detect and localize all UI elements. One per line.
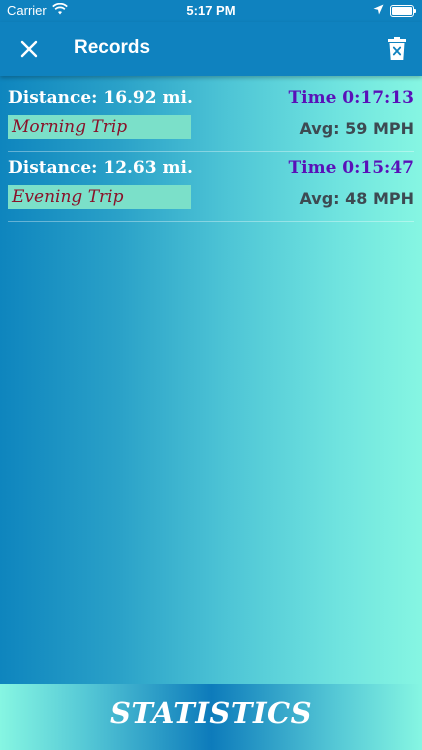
record-distance: Distance: 16.92 mi. — [8, 88, 193, 108]
delete-all-button[interactable] — [386, 36, 408, 62]
nav-bar: Records — [0, 22, 422, 76]
status-bar: Carrier 5:17 PM — [0, 0, 422, 22]
battery-icon — [390, 4, 416, 17]
record-name: Morning Trip — [8, 115, 191, 139]
status-time: 5:17 PM — [186, 3, 236, 18]
page-title: Records — [74, 37, 151, 58]
statistics-label: STATISTICS — [109, 696, 313, 730]
statistics-button[interactable]: STATISTICS — [0, 684, 422, 750]
location-arrow-icon — [373, 3, 384, 18]
record-name: Evening Trip — [8, 185, 191, 209]
records-list: Distance: 16.92 mi. Time 0:17:13 Morning… — [0, 82, 422, 222]
record-time: Time 0:15:47 — [288, 158, 414, 178]
record-time: Time 0:17:13 — [288, 88, 414, 108]
record-row[interactable]: Distance: 12.63 mi. Time 0:15:47 Evening… — [8, 152, 414, 222]
record-distance: Distance: 12.63 mi. — [8, 158, 193, 178]
record-average-speed: Avg: 59 MPH — [299, 119, 414, 138]
close-icon — [20, 40, 38, 58]
close-button[interactable] — [16, 36, 42, 62]
record-average-speed: Avg: 48 MPH — [299, 189, 414, 208]
trash-icon — [388, 37, 406, 60]
record-row[interactable]: Distance: 16.92 mi. Time 0:17:13 Morning… — [8, 82, 414, 152]
status-right — [373, 3, 416, 18]
